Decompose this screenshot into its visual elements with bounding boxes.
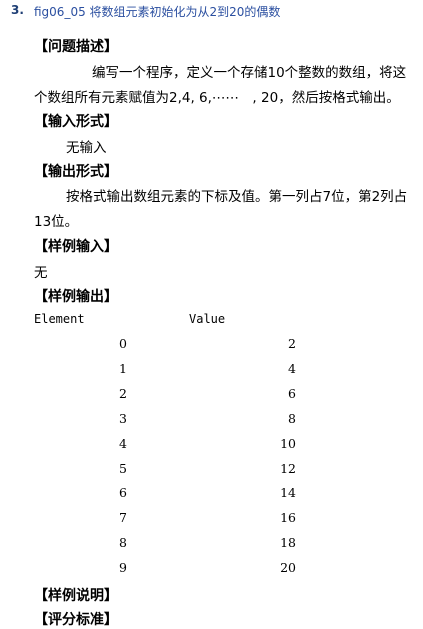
table-cell-index: 7	[119, 510, 127, 526]
table-cell-index: 6	[119, 485, 127, 501]
question-title-link[interactable]: fig06_05 将数组元素初始化为从2到20的偶数	[34, 3, 280, 20]
table-cell-value: 18	[280, 535, 296, 551]
table-cell-value: 16	[280, 510, 296, 526]
table-cell-value: 4	[288, 360, 296, 376]
section-heading-sample-input: 【样例输入】	[34, 239, 118, 255]
input-text: 无输入	[66, 140, 107, 156]
table-cell-value: 2	[288, 336, 296, 351]
table-row: 5 12	[0, 461, 423, 486]
table-row: 14	[0, 361, 423, 386]
question-number: 3.	[11, 3, 24, 17]
section-heading-grading: 【评分标准】	[34, 612, 118, 628]
table-header-value: Value	[189, 312, 226, 326]
section-heading-input: 【输入形式】	[34, 114, 118, 130]
section-heading-problem: 【问题描述】	[34, 39, 118, 55]
table-row: 4 10	[0, 436, 423, 461]
table-cell-value: 8	[288, 410, 296, 426]
table-row: 38	[0, 411, 423, 436]
sample-input-text: 无	[34, 265, 48, 281]
table-cell-value: 14	[280, 485, 296, 501]
section-heading-sample-explain: 【样例说明】	[34, 588, 118, 604]
table-row: 7 16	[0, 510, 423, 535]
table-cell-value: 12	[280, 460, 296, 476]
table-cell-index: 8	[119, 535, 127, 551]
output-text-line2: 13位。	[34, 214, 79, 230]
table-row: 02	[0, 336, 423, 361]
section-heading-output: 【输出形式】	[34, 164, 118, 180]
table-cell-value: 10	[280, 435, 296, 451]
table-cell-index: 3	[119, 410, 127, 426]
output-text-line1: 按格式输出数组元素的下标及值。第一列占7位，第2列占	[66, 189, 408, 205]
table-row: 8 18	[0, 535, 423, 560]
table-row: 6 14	[0, 485, 423, 510]
table-cell-value: 20	[280, 560, 296, 576]
table-cell-index: 9	[119, 560, 127, 576]
table-row: 9 20	[0, 560, 423, 585]
table-cell-index: 2	[119, 385, 127, 401]
table-cell-index: 1	[119, 360, 127, 376]
table-cell-index: 5	[119, 460, 127, 476]
table-cell-index: 4	[119, 435, 127, 451]
table-header-element: Element	[34, 312, 85, 326]
problem-text-line2: 个数组所有元素赋值为2,4, 6,⋯⋯ , 20，然后按格式输出。	[34, 90, 400, 106]
problem-text-line1: 编写一个程序，定义一个存储10个整数的数组，将这	[92, 65, 407, 81]
section-heading-sample-output: 【样例输出】	[34, 289, 118, 305]
table-row: 26	[0, 386, 423, 411]
table-cell-value: 6	[288, 385, 296, 401]
table-cell-index: 0	[119, 336, 127, 351]
